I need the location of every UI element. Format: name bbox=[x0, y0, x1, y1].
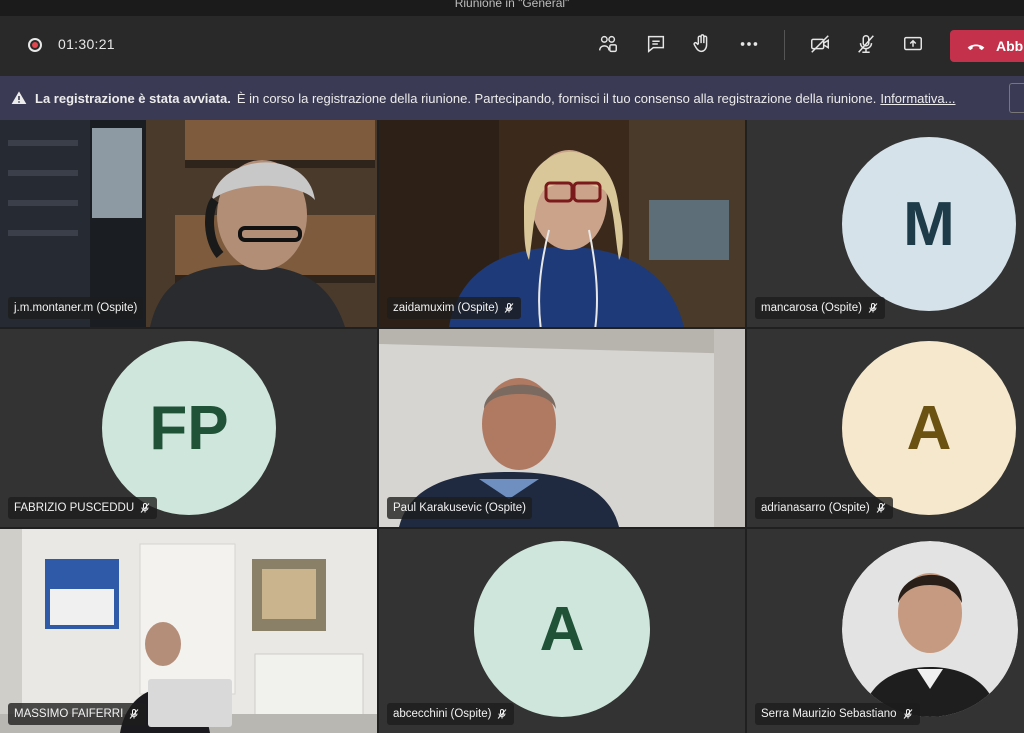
participant-name: Paul Karakusevic (Ospite) bbox=[393, 502, 526, 514]
mic-muted-icon bbox=[505, 303, 514, 313]
participant-name-tag: adrianasarro (Ospite) bbox=[755, 497, 893, 519]
chat-button[interactable] bbox=[642, 30, 670, 58]
participant-name-tag: Paul Karakusevic (Ospite) bbox=[387, 497, 532, 519]
participant-tile[interactable]: j.m.montaner.m (Ospite) bbox=[0, 120, 377, 327]
avatar-initials: M bbox=[903, 189, 955, 259]
banner-title: La registrazione è stata avviata. bbox=[35, 90, 231, 106]
mic-muted-icon bbox=[868, 303, 878, 313]
participant-name-tag: MASSIMO FAIFERRI bbox=[8, 703, 147, 725]
participant-video bbox=[0, 120, 377, 327]
mic-toggle-button[interactable] bbox=[852, 30, 880, 58]
participant-avatar: FP bbox=[102, 341, 276, 515]
more-icon bbox=[740, 42, 758, 46]
participant-name-tag: FABRIZIO PUSCEDDU bbox=[8, 497, 158, 519]
participant-tile[interactable]: Paul Karakusevic (Ospite) bbox=[379, 329, 745, 527]
participant-name: Serra Maurizio Sebastiano bbox=[761, 708, 897, 720]
hand-icon bbox=[693, 34, 708, 53]
mic-muted-icon bbox=[903, 709, 912, 719]
participant-name-tag: Serra Maurizio Sebastiano bbox=[755, 703, 920, 725]
video-grid: j.m.montaner.m (Ospite) zaidamuxim (Ospi… bbox=[0, 120, 1024, 733]
leave-label: Abb bbox=[996, 38, 1024, 54]
participant-avatar: A bbox=[842, 341, 1016, 515]
avatar-initials: A bbox=[539, 594, 585, 664]
more-actions-button[interactable] bbox=[735, 30, 763, 58]
participant-video bbox=[379, 120, 745, 327]
participants-icon bbox=[599, 35, 617, 53]
phone-hangup-icon bbox=[967, 44, 985, 51]
share-screen-button[interactable] bbox=[899, 30, 927, 58]
participant-name: mancarosa (Ospite) bbox=[761, 302, 862, 314]
avatar-initials: A bbox=[906, 393, 952, 463]
mic-muted-icon bbox=[140, 503, 150, 513]
meeting-timer: 01:30:21 bbox=[58, 36, 115, 52]
share-icon bbox=[904, 36, 922, 51]
toolbar-divider bbox=[784, 30, 785, 60]
participant-name: zaidamuxim (Ospite) bbox=[393, 302, 499, 314]
participant-name-tag: j.m.montaner.m (Ospite) bbox=[8, 297, 144, 319]
privacy-link[interactable]: Informativa... bbox=[880, 91, 955, 106]
participant-tile[interactable]: A abcecchini (Ospite) bbox=[379, 529, 745, 733]
participant-name: adrianasarro (Ospite) bbox=[761, 502, 870, 514]
participant-tile[interactable]: zaidamuxim (Ospite) bbox=[379, 120, 745, 327]
avatar-initials: FP bbox=[149, 393, 229, 463]
participant-tile[interactable]: M mancarosa (Ospite) bbox=[747, 120, 1024, 327]
participant-tile[interactable]: Serra Maurizio Sebastiano bbox=[747, 529, 1024, 733]
window-title-bar: Riunione in "General" bbox=[0, 0, 1024, 16]
mic-muted-icon bbox=[876, 503, 886, 513]
mic-off-icon bbox=[858, 35, 874, 53]
participant-avatar: A bbox=[474, 541, 650, 717]
participant-name-tag: zaidamuxim (Ospite) bbox=[387, 297, 522, 319]
leave-button[interactable]: Abb bbox=[950, 30, 1024, 62]
window-title: Riunione in "General" bbox=[454, 0, 570, 10]
camera-off-icon bbox=[811, 35, 829, 53]
participant-name-tag: abcecchini (Ospite) bbox=[387, 703, 515, 725]
chat-icon bbox=[647, 35, 665, 53]
participants-button[interactable] bbox=[594, 30, 622, 58]
meeting-toolbar: 01:30:21 Abb bbox=[0, 16, 1024, 76]
mic-muted-icon bbox=[498, 709, 507, 719]
participant-name: MASSIMO FAIFERRI bbox=[14, 708, 124, 720]
banner-dismiss-button[interactable] bbox=[1009, 83, 1024, 113]
raise-hand-button[interactable] bbox=[688, 30, 716, 58]
recording-indicator-icon bbox=[28, 38, 42, 52]
camera-toggle-button[interactable] bbox=[806, 30, 834, 58]
participant-name: j.m.montaner.m (Ospite) bbox=[14, 302, 138, 314]
participant-tile[interactable]: A adrianasarro (Ospite) bbox=[747, 329, 1024, 527]
participant-name: abcecchini (Ospite) bbox=[393, 708, 492, 720]
warning-icon bbox=[11, 91, 27, 104]
participant-tile[interactable]: FP FABRIZIO PUSCEDDU bbox=[0, 329, 377, 527]
participant-tile[interactable]: MASSIMO FAIFERRI bbox=[0, 529, 377, 733]
participant-name-tag: mancarosa (Ospite) bbox=[755, 297, 885, 319]
recording-banner: La registrazione è stata avviata. È in c… bbox=[0, 76, 1024, 120]
banner-text: È in corso la registrazione della riunio… bbox=[236, 90, 877, 106]
participant-photo bbox=[842, 541, 1018, 717]
mic-muted-icon bbox=[129, 709, 139, 719]
participant-avatar: M bbox=[842, 137, 1016, 311]
participant-name: FABRIZIO PUSCEDDU bbox=[14, 502, 135, 514]
